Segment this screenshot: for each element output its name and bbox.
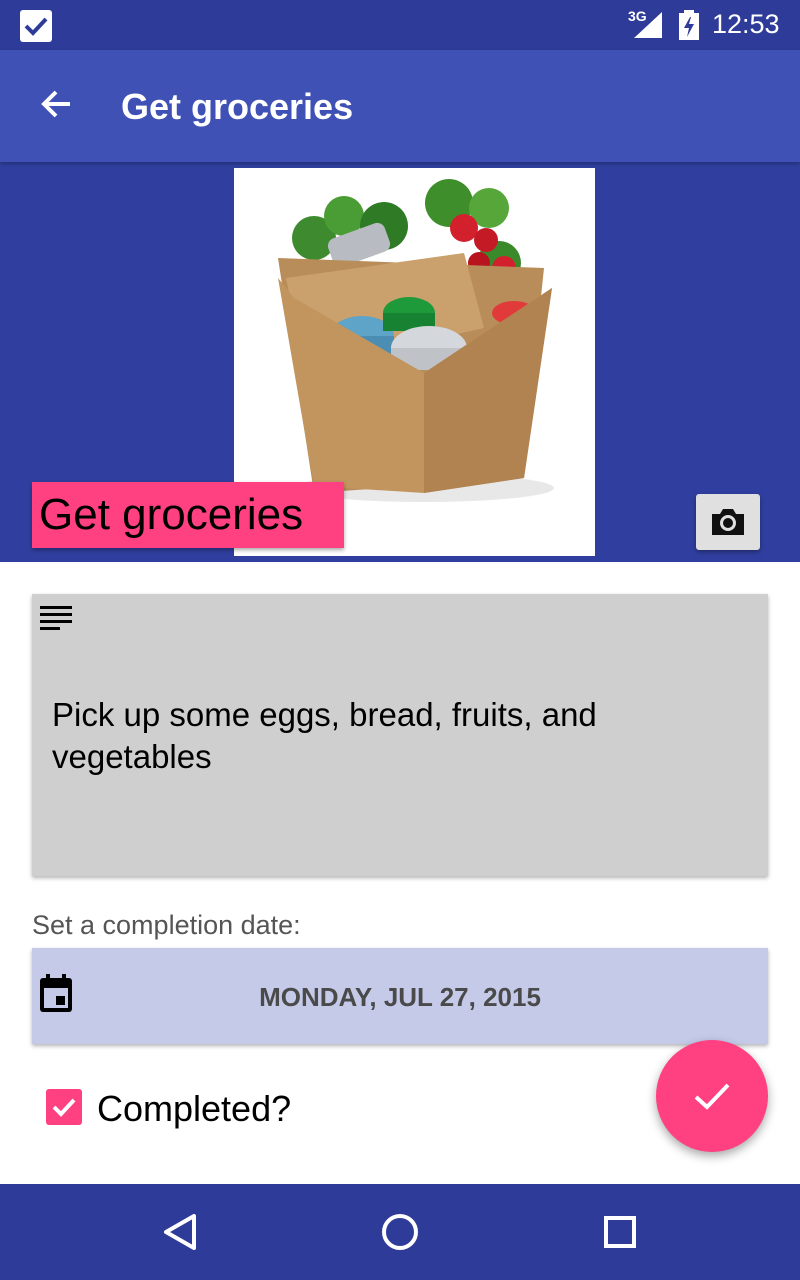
- recents-square-icon[interactable]: [596, 1208, 644, 1256]
- description-card[interactable]: Pick up some eggs, bread, fruits, and ve…: [32, 594, 768, 876]
- system-nav-bar: [0, 1184, 800, 1280]
- completed-label[interactable]: Completed?: [97, 1088, 291, 1130]
- description-text[interactable]: Pick up some eggs, bread, fruits, and ve…: [52, 694, 752, 778]
- battery-charging-icon: [679, 10, 699, 40]
- title-chip-label: Get groceries: [39, 490, 304, 539]
- camera-button[interactable]: [696, 494, 760, 550]
- completed-checkbox[interactable]: [46, 1089, 82, 1125]
- title-chip[interactable]: Get groceries: [32, 482, 344, 548]
- app-check-icon: [20, 10, 52, 42]
- save-fab-button[interactable]: [656, 1040, 768, 1152]
- hero-header: Get groceries: [0, 162, 800, 562]
- notes-icon: [40, 606, 72, 630]
- completion-date-label: Set a completion date:: [32, 910, 301, 940]
- check-icon: [694, 1083, 730, 1110]
- completion-date-value: MONDAY, JUL 27, 2015: [259, 982, 541, 1012]
- check-mark-icon: [52, 1098, 76, 1117]
- status-clock: 12:53: [712, 9, 780, 39]
- camera-icon: [712, 509, 744, 535]
- signal-icon: [634, 12, 662, 38]
- home-circle-icon[interactable]: [376, 1208, 424, 1256]
- completion-date-button[interactable]: MONDAY, JUL 27, 2015: [32, 948, 768, 1044]
- page-title: Get groceries: [121, 86, 354, 127]
- status-bar: 3G 12:53: [0, 0, 800, 50]
- arrow-back-icon[interactable]: [36, 84, 76, 124]
- back-triangle-icon[interactable]: [156, 1208, 204, 1256]
- app-bar: Get groceries: [0, 50, 800, 162]
